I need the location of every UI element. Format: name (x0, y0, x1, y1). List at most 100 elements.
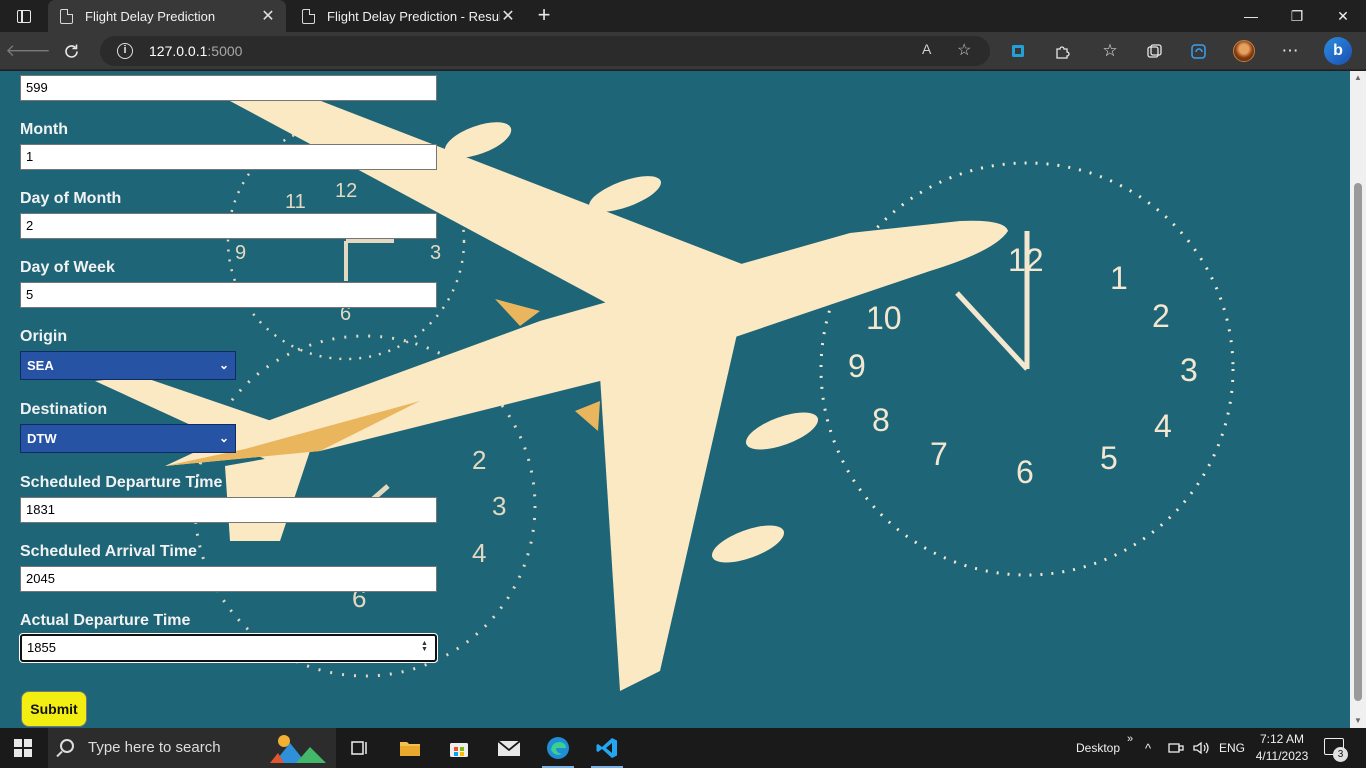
store-icon (450, 743, 468, 757)
number-spinner-icon[interactable]: ▲ ▼ (420, 640, 429, 653)
essentials-icon (1190, 43, 1206, 59)
browser-essentials-button[interactable] (1183, 36, 1213, 66)
microsoft-store-button[interactable] (435, 728, 483, 768)
extensions-button[interactable] (1047, 36, 1077, 66)
scroll-up-arrow[interactable]: ▲ (1350, 71, 1366, 85)
edge-icon (547, 737, 569, 759)
settings-menu-button[interactable]: ⋯ (1275, 36, 1305, 66)
minimize-button[interactable]: — (1228, 0, 1274, 32)
puzzle-icon (1055, 45, 1070, 59)
new-tab-button[interactable]: + (532, 3, 556, 27)
back-button[interactable]: 🡐 (5, 36, 51, 66)
flight-number-input[interactable]: 599 (20, 75, 437, 101)
system-clock[interactable]: 7:12 AM 4/11/2023 (1250, 731, 1314, 765)
scheduled-arrival-label: Scheduled Arrival Time (20, 543, 197, 560)
day-of-week-label: Day of Week (20, 259, 115, 276)
folder-icon (400, 742, 420, 756)
mail-button[interactable] (485, 728, 533, 768)
volume-icon[interactable] (1192, 728, 1210, 768)
browser-titlebar: Flight Delay Prediction ✕ Flight Delay P… (0, 0, 1366, 32)
search-highlight-camping-icon (270, 735, 326, 763)
tab-flight-delay-result[interactable]: Flight Delay Prediction - Result ✕ (290, 0, 526, 32)
submit-button[interactable]: Submit (21, 691, 87, 727)
day-of-month-label: Day of Month (20, 190, 122, 207)
mail-icon (497, 740, 521, 756)
profile-button[interactable] (1229, 36, 1259, 66)
favorites-button[interactable]: ☆ (1095, 36, 1125, 66)
windows-start-button[interactable] (14, 739, 32, 757)
actual-departure-input[interactable]: 1855 ▲ ▼ (19, 633, 438, 663)
refresh-button[interactable] (56, 36, 86, 66)
toolbar-chevron-icon[interactable]: » (1127, 719, 1133, 759)
origin-label: Origin (20, 328, 68, 345)
windows-taskbar: Type here to search Desktop » ^ ENG 7:12… (0, 728, 1366, 768)
task-view-icon (351, 741, 367, 755)
page-scrollbar[interactable]: ▲ ▼ (1350, 71, 1366, 728)
scroll-thumb[interactable] (1354, 183, 1362, 701)
show-hidden-icons-icon[interactable]: ^ (1145, 728, 1151, 768)
svg-text:5: 5 (1100, 440, 1118, 476)
svg-text:9: 9 (848, 348, 866, 384)
network-icon[interactable] (1167, 728, 1185, 768)
add-favorite-icon[interactable]: ☆ (957, 40, 971, 60)
refresh-icon (64, 44, 78, 58)
site-info-icon[interactable]: i (117, 43, 133, 59)
collections-button[interactable] (1139, 36, 1169, 66)
avatar (1233, 40, 1255, 62)
tab-flight-delay-prediction[interactable]: Flight Delay Prediction ✕ (48, 0, 286, 32)
taskbar-search-box[interactable]: Type here to search (48, 728, 336, 768)
task-view-button[interactable] (336, 728, 384, 768)
svg-text:10: 10 (866, 300, 902, 336)
flight-delay-form: 599 Month 1 Day of Month 2 Day of Week 5… (0, 71, 460, 728)
tab-close-icon[interactable]: ✕ (500, 6, 516, 26)
destination-select[interactable]: DTW ⌄ (20, 424, 236, 453)
clock-date: 4/11/2023 (1255, 749, 1309, 763)
month-label: Month (20, 121, 68, 138)
page-icon (60, 8, 73, 24)
clock-time: 7:12 AM (1259, 732, 1305, 746)
desktop-toolbar-label[interactable]: Desktop (1076, 728, 1120, 768)
tab-actions-button[interactable] (10, 6, 38, 26)
scheduled-departure-label: Scheduled Departure Time (20, 474, 223, 491)
address-bar[interactable]: i 127.0.0.1:5000 A ☆ (100, 36, 990, 66)
bing-chat-button[interactable]: b (1322, 35, 1354, 67)
edge-taskbar-button[interactable] (534, 728, 582, 768)
svg-text:4: 4 (1154, 408, 1172, 444)
page-icon (302, 8, 315, 24)
vscode-taskbar-button[interactable] (583, 728, 631, 768)
bing-icon: b (1324, 37, 1352, 65)
svg-text:7: 7 (930, 436, 948, 472)
tab-title: Flight Delay Prediction (85, 8, 216, 24)
month-input[interactable]: 1 (20, 144, 437, 170)
reader-extension-icon[interactable] (1003, 36, 1033, 66)
svg-text:3: 3 (1180, 352, 1198, 388)
scroll-down-arrow[interactable]: ▼ (1350, 714, 1366, 728)
destination-label: Destination (20, 401, 108, 418)
destination-selected-value: DTW (27, 431, 57, 446)
origin-select[interactable]: SEA ⌄ (20, 351, 236, 380)
scheduled-arrival-input[interactable]: 2045 (20, 566, 437, 592)
browser-toolbar: 🡐 i 127.0.0.1:5000 A ☆ ☆ ⋯ b (0, 32, 1366, 70)
svg-text:6: 6 (1016, 454, 1034, 490)
file-explorer-button[interactable] (386, 728, 434, 768)
svg-text:2: 2 (472, 445, 486, 475)
collections-icon (1146, 43, 1162, 58)
close-window-button[interactable]: ✕ (1320, 0, 1366, 32)
url-text: 127.0.0.1:5000 (149, 43, 242, 59)
tab-close-icon[interactable]: ✕ (260, 6, 276, 26)
tab-actions-icon (17, 9, 31, 23)
day-of-week-input[interactable]: 5 (20, 282, 437, 308)
vscode-icon (596, 738, 617, 758)
url-port: :5000 (207, 43, 243, 59)
scheduled-departure-input[interactable]: 1831 (20, 497, 437, 523)
read-aloud-icon[interactable]: A (922, 41, 931, 57)
input-language-indicator[interactable]: ENG (1219, 728, 1245, 768)
restore-button[interactable]: ❐ (1274, 0, 1320, 32)
chevron-down-icon: ⌄ (218, 431, 229, 445)
notification-count-badge: 3 (1333, 747, 1348, 762)
svg-text:2: 2 (1152, 298, 1170, 334)
svg-text:12: 12 (1008, 242, 1044, 278)
book-icon (1012, 45, 1024, 57)
day-of-month-input[interactable]: 2 (20, 213, 437, 239)
chevron-down-icon: ⌄ (218, 358, 229, 372)
